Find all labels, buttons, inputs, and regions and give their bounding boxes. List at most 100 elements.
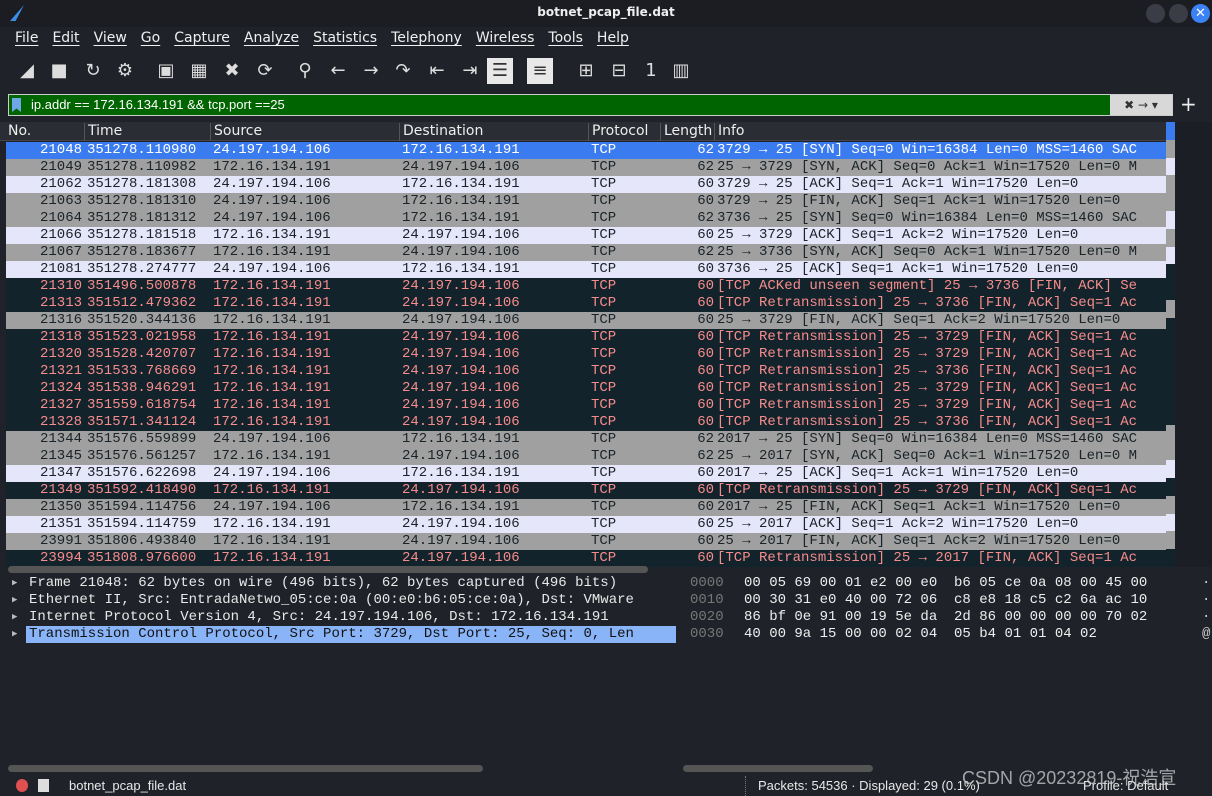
packet-row[interactable]: 21320 351528.420707 172.16.134.191 24.197.1… <box>6 346 1166 363</box>
column-protocol[interactable]: Protocol <box>588 123 648 141</box>
menu-edit[interactable]: Edit <box>45 27 86 51</box>
maximize-button[interactable] <box>1169 4 1188 23</box>
packet-list-hscrollbar[interactable] <box>8 566 648 573</box>
hex-ascii[interactable]: · <box>1202 609 1210 626</box>
first-packet-icon[interactable]: ⇤ <box>424 58 450 84</box>
menu-tools[interactable]: Tools <box>541 27 590 51</box>
filter-bookmark-icon[interactable] <box>12 98 21 112</box>
packet-row[interactable]: 21345 351576.561257 172.16.134.191 24.197.1… <box>6 448 1166 465</box>
packet-row[interactable]: 23994 351808.976600 172.16.134.191 24.197.1… <box>6 550 1166 567</box>
packet-row[interactable]: 21062 351278.181308 24.197.194.106 172.16.1… <box>6 176 1166 193</box>
packet-row[interactable]: 21067 351278.183677 172.16.134.191 24.197.1… <box>6 244 1166 261</box>
detail-tree-item[interactable]: ▶ Internet Protocol Version 4, Src: 24.19… <box>0 609 676 626</box>
go-to-packet-icon[interactable]: ↷ <box>390 58 416 84</box>
packet-no: 21327 <box>39 397 82 413</box>
close-file-icon[interactable]: ✖ <box>219 58 245 84</box>
packet-row[interactable]: 21349 351592.418490 172.16.134.191 24.197.1… <box>6 482 1166 499</box>
packet-row[interactable]: 21321 351533.768669 172.16.134.191 24.197.1… <box>6 363 1166 380</box>
hex-ascii[interactable]: · <box>1202 575 1210 592</box>
menu-view[interactable]: View <box>87 27 134 51</box>
hex-bytes[interactable]: 00 05 69 00 01 e2 00 e0 b6 05 ce 0a 08 0… <box>744 575 1147 592</box>
packet-row[interactable]: 21081 351278.274777 24.197.194.106 172.16.1… <box>6 261 1166 278</box>
packet-row[interactable]: 21324 351538.946291 172.16.134.191 24.197.1… <box>6 380 1166 397</box>
packet-row[interactable]: 21351 351594.114759 172.16.134.191 24.197.1… <box>6 516 1166 533</box>
details-hscrollbar[interactable] <box>8 765 483 772</box>
minimize-button[interactable] <box>1146 4 1165 23</box>
last-packet-icon[interactable]: ⇥ <box>457 58 483 84</box>
start-capture-icon[interactable]: ◢ <box>14 58 40 84</box>
normal-size-icon[interactable]: 1 <box>638 58 664 84</box>
packet-row[interactable]: 21350 351594.114756 24.197.194.106 172.16.1… <box>6 499 1166 516</box>
zoom-out-icon[interactable]: ⊟ <box>606 58 632 84</box>
hex-offset[interactable]: 0010 <box>690 592 724 609</box>
packet-row[interactable]: 21063 351278.181310 24.197.194.106 172.16.1… <box>6 193 1166 210</box>
packet-row[interactable]: 21327 351559.618754 172.16.134.191 24.197.1… <box>6 397 1166 414</box>
expand-arrow-icon[interactable]: ▶ <box>12 592 17 609</box>
detail-tree-item[interactable]: ▶ Transmission Control Protocol, Src Port… <box>0 626 676 643</box>
packet-row[interactable]: 21310 351496.500878 172.16.134.191 24.197.1… <box>6 278 1166 295</box>
packet-row[interactable]: 21313 351512.479362 172.16.134.191 24.197.1… <box>6 295 1166 312</box>
expand-arrow-icon[interactable]: ▶ <box>12 626 17 643</box>
detail-tree-item[interactable]: ▶ Frame 21048: 62 bytes on wire (496 bits… <box>0 575 676 592</box>
colorize-icon[interactable]: ≡ <box>527 58 553 84</box>
packet-row[interactable]: 21048 351278.110980 24.197.194.106 172.16.1… <box>6 142 1166 159</box>
open-file-icon[interactable]: ▣ <box>153 58 179 84</box>
hex-offset[interactable]: 0020 <box>690 609 724 626</box>
column-length[interactable]: Length <box>660 123 712 141</box>
autoscroll-icon[interactable]: ☰ <box>487 58 513 84</box>
packet-row[interactable]: 23991 351806.493840 172.16.134.191 24.197.1… <box>6 533 1166 550</box>
packet-minimap[interactable] <box>1166 122 1175 567</box>
expand-arrow-icon[interactable]: ▶ <box>12 575 17 592</box>
close-button[interactable]: ✕ <box>1191 4 1210 23</box>
column-source[interactable]: Source <box>210 123 262 141</box>
bytes-hscrollbar[interactable] <box>683 765 873 772</box>
column-info[interactable]: Info <box>714 123 745 141</box>
detail-tree-item[interactable]: ▶ Ethernet II, Src: EntradaNetwo_05:ce:0a… <box>0 592 676 609</box>
packet-row[interactable]: 21318 351523.021958 172.16.134.191 24.197.1… <box>6 329 1166 346</box>
menu-capture[interactable]: Capture <box>167 27 237 51</box>
packet-row[interactable]: 21066 351278.181518 172.16.134.191 24.197.1… <box>6 227 1166 244</box>
packet-row[interactable]: 21064 351278.181312 24.197.194.106 172.16.1… <box>6 210 1166 227</box>
packet-row[interactable]: 21049 351278.110982 172.16.134.191 24.197.1… <box>6 159 1166 176</box>
menu-statistics[interactable]: Statistics <box>306 27 384 51</box>
add-filter-button[interactable]: + <box>1180 92 1197 116</box>
go-forward-icon[interactable]: → <box>358 58 384 84</box>
packet-src: 172.16.134.191 <box>213 278 331 294</box>
resize-columns-icon[interactable]: ▥ <box>668 58 694 84</box>
column-destination[interactable]: Destination <box>399 123 483 141</box>
capture-options-icon[interactable]: ⚙ <box>112 58 138 84</box>
restart-capture-icon[interactable]: ↻ <box>80 58 106 84</box>
hex-offset[interactable]: 0000 <box>690 575 724 592</box>
hex-bytes[interactable]: 00 30 31 e0 40 00 72 06 c8 e8 18 c5 c2 6… <box>744 592 1147 609</box>
clear-filter-button[interactable]: ✖ <box>1124 98 1134 112</box>
hex-offset[interactable]: 0030 <box>690 626 724 643</box>
zoom-in-icon[interactable]: ⊞ <box>573 58 599 84</box>
packet-row[interactable]: 21316 351520.344136 172.16.134.191 24.197.1… <box>6 312 1166 329</box>
expert-info-icon[interactable] <box>16 779 28 792</box>
reload-file-icon[interactable]: ⟳ <box>252 58 278 84</box>
hex-bytes[interactable]: 40 00 9a 15 00 00 02 04 05 b4 01 01 04 0… <box>744 626 1097 643</box>
column-no[interactable]: No. <box>5 123 31 141</box>
menu-file[interactable]: File <box>8 27 45 51</box>
find-packet-icon[interactable]: ⚲ <box>292 58 318 84</box>
display-filter-input[interactable] <box>31 95 1111 115</box>
menu-wireless[interactable]: Wireless <box>469 27 542 51</box>
save-file-icon[interactable]: ▦ <box>186 58 212 84</box>
capture-comment-icon[interactable] <box>38 779 49 792</box>
menu-telephony[interactable]: Telephony <box>384 27 469 51</box>
expand-arrow-icon[interactable]: ▶ <box>12 609 17 626</box>
go-back-icon[interactable]: ← <box>325 58 351 84</box>
hex-ascii[interactable]: · <box>1202 592 1210 609</box>
packet-row[interactable]: 21347 351576.622698 24.197.194.106 172.16.1… <box>6 465 1166 482</box>
packet-list-scrollbar[interactable] <box>1175 122 1212 567</box>
hex-bytes[interactable]: 86 bf 0e 91 00 19 5e da 2d 86 00 00 00 0… <box>744 609 1147 626</box>
column-time[interactable]: Time <box>84 123 122 141</box>
stop-capture-icon[interactable]: ■ <box>46 58 72 84</box>
menu-help[interactable]: Help <box>590 27 636 51</box>
hex-ascii[interactable]: @ <box>1202 626 1210 643</box>
menu-go[interactable]: Go <box>134 27 167 51</box>
packet-row[interactable]: 21328 351571.341124 172.16.134.191 24.197.1… <box>6 414 1166 431</box>
apply-filter-button[interactable]: → <box>1138 98 1148 112</box>
packet-row[interactable]: 21344 351576.559899 24.197.194.106 172.16.1… <box>6 431 1166 448</box>
menu-analyze[interactable]: Analyze <box>237 27 306 51</box>
